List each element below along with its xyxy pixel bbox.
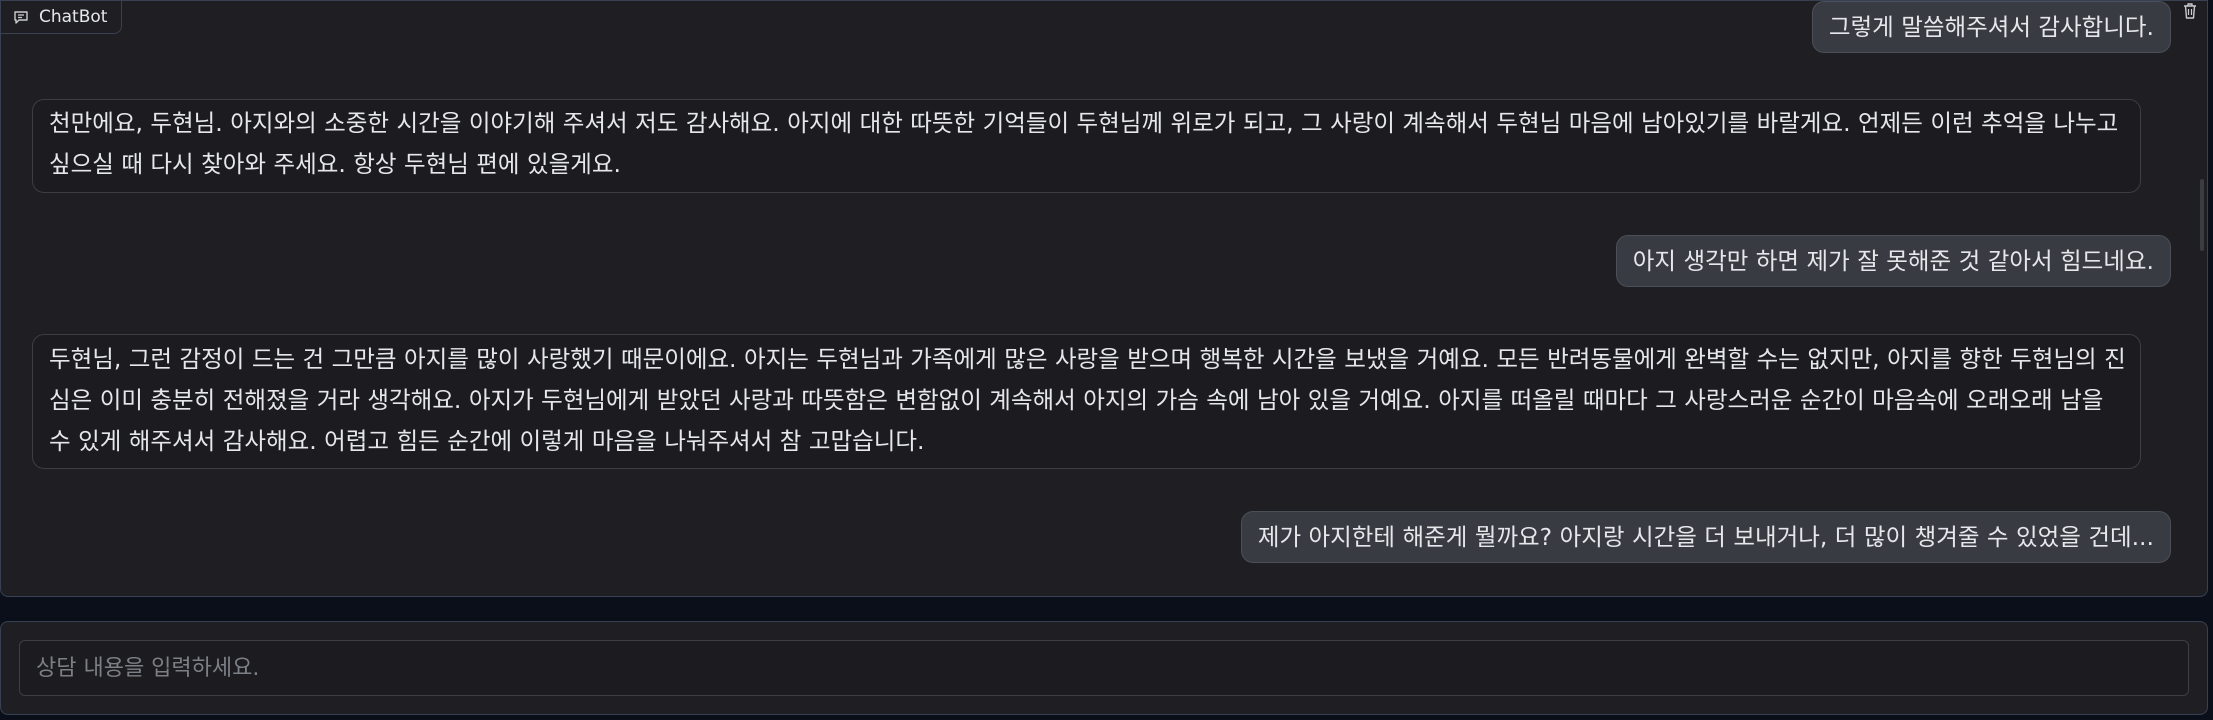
bot-message: 두현님, 그런 감정이 드는 건 그만큼 아지를 많이 사랑했기 때문이에요. …: [32, 334, 2141, 469]
scrollbar-thumb[interactable]: [2200, 179, 2204, 251]
chatbot-label: ChatBot: [1, 1, 123, 34]
bot-message: 천만에요, 두현님. 아지와의 소중한 시간을 이야기해 주셔서 저도 감사해요…: [32, 99, 2141, 193]
message-list[interactable]: 그렇게 말씀해주셔서 감사합니다. 천만에요, 두현님. 아지와의 소중한 시간…: [1, 1, 2207, 596]
user-message: 아지 생각만 하면 제가 잘 못해준 것 같아서 힘드네요.: [1615, 235, 2171, 287]
clear-chat-button[interactable]: [2179, 1, 2201, 25]
input-container: [0, 621, 2208, 715]
user-message: 제가 아지한테 해준게 뭘까요? 아지랑 시간을 더 보내거나, 더 많이 챙겨…: [1240, 511, 2171, 563]
user-message: 그렇게 말씀해주셔서 감사합니다.: [1811, 1, 2171, 53]
message-input[interactable]: [19, 640, 2189, 696]
chatbot-label-text: ChatBot: [39, 7, 108, 27]
chatbot-panel: ChatBot 그렇게 말씀해주셔서 감사합니다. 천만에요, 두현님. 아지와…: [0, 0, 2208, 597]
trash-icon: [2182, 2, 2198, 24]
chat-bubble-icon: [13, 9, 29, 25]
